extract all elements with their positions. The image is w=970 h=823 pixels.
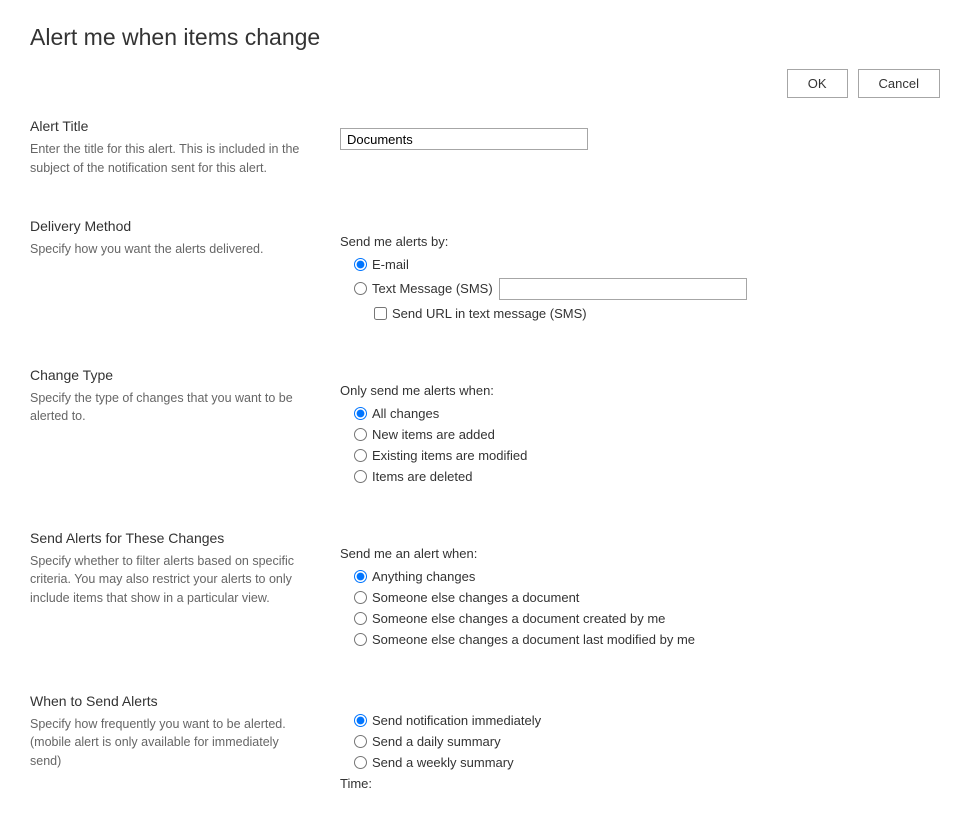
change-radio-all[interactable]: All changes	[354, 406, 940, 421]
cancel-button[interactable]: Cancel	[858, 69, 940, 98]
sms-number-input[interactable]	[499, 278, 747, 300]
when-daily-label: Send a daily summary	[372, 734, 501, 749]
filter-else-changes-label: Someone else changes a document	[372, 590, 579, 605]
change-type-desc: Specify the type of changes that you wan…	[30, 389, 300, 427]
change-radio-new-input[interactable]	[354, 428, 367, 441]
filter-radio-modified-me[interactable]: Someone else changes a document last mod…	[354, 632, 940, 647]
filter-radio-anything-input[interactable]	[354, 570, 367, 583]
filter-modified-me-label: Someone else changes a document last mod…	[372, 632, 695, 647]
alert-title-desc: Enter the title for this alert. This is …	[30, 140, 300, 178]
filter-anything-label: Anything changes	[372, 569, 475, 584]
delivery-heading: Delivery Method	[30, 218, 340, 234]
when-radio-weekly-input[interactable]	[354, 756, 367, 769]
delivery-label: Send me alerts by:	[340, 234, 940, 249]
send-url-check-row: Send URL in text message (SMS)	[374, 306, 940, 321]
delivery-sms-label: Text Message (SMS)	[372, 281, 493, 296]
change-type-label: Only send me alerts when:	[340, 383, 940, 398]
ok-button[interactable]: OK	[787, 69, 848, 98]
time-label: Time:	[340, 776, 940, 791]
when-heading: When to Send Alerts	[30, 693, 340, 709]
change-new-label: New items are added	[372, 427, 495, 442]
section-filter: Send Alerts for These Changes Specify wh…	[30, 530, 940, 653]
section-change-type: Change Type Specify the type of changes …	[30, 367, 940, 490]
when-radio-immediate[interactable]: Send notification immediately	[354, 713, 940, 728]
when-radio-immediate-input[interactable]	[354, 714, 367, 727]
send-url-label: Send URL in text message (SMS)	[392, 306, 587, 321]
section-when: When to Send Alerts Specify how frequent…	[30, 693, 940, 799]
page-title: Alert me when items change	[30, 24, 940, 51]
filter-label: Send me an alert when:	[340, 546, 940, 561]
change-radio-deleted[interactable]: Items are deleted	[354, 469, 940, 484]
change-radio-modified-input[interactable]	[354, 449, 367, 462]
when-radio-weekly[interactable]: Send a weekly summary	[354, 755, 940, 770]
change-deleted-label: Items are deleted	[372, 469, 472, 484]
send-url-checkbox[interactable]	[374, 307, 387, 320]
filter-radio-created-me-input[interactable]	[354, 612, 367, 625]
filter-heading: Send Alerts for These Changes	[30, 530, 340, 546]
when-radio-daily[interactable]: Send a daily summary	[354, 734, 940, 749]
filter-radio-created-me[interactable]: Someone else changes a document created …	[354, 611, 940, 626]
delivery-radio-sms[interactable]: Text Message (SMS)	[354, 278, 940, 300]
filter-radio-modified-me-input[interactable]	[354, 633, 367, 646]
delivery-radio-email[interactable]: E-mail	[354, 257, 940, 272]
when-immediate-label: Send notification immediately	[372, 713, 541, 728]
when-radio-daily-input[interactable]	[354, 735, 367, 748]
change-radio-all-input[interactable]	[354, 407, 367, 420]
change-radio-new[interactable]: New items are added	[354, 427, 940, 442]
filter-radio-else-changes-input[interactable]	[354, 591, 367, 604]
delivery-email-label: E-mail	[372, 257, 409, 272]
when-weekly-label: Send a weekly summary	[372, 755, 514, 770]
change-radio-modified[interactable]: Existing items are modified	[354, 448, 940, 463]
filter-radio-else-changes[interactable]: Someone else changes a document	[354, 590, 940, 605]
delivery-radio-sms-input[interactable]	[354, 282, 367, 295]
filter-created-me-label: Someone else changes a document created …	[372, 611, 665, 626]
alert-title-input[interactable]	[340, 128, 588, 150]
change-all-label: All changes	[372, 406, 439, 421]
change-type-heading: Change Type	[30, 367, 340, 383]
filter-desc: Specify whether to filter alerts based o…	[30, 552, 300, 608]
top-button-row: OK Cancel	[30, 69, 940, 98]
section-delivery: Delivery Method Specify how you want the…	[30, 218, 940, 327]
delivery-radio-email-input[interactable]	[354, 258, 367, 271]
section-alert-title: Alert Title Enter the title for this ale…	[30, 118, 940, 178]
delivery-desc: Specify how you want the alerts delivere…	[30, 240, 300, 259]
filter-radio-anything[interactable]: Anything changes	[354, 569, 940, 584]
change-radio-deleted-input[interactable]	[354, 470, 367, 483]
change-modified-label: Existing items are modified	[372, 448, 527, 463]
when-desc: Specify how frequently you want to be al…	[30, 715, 300, 771]
alert-title-heading: Alert Title	[30, 118, 340, 134]
